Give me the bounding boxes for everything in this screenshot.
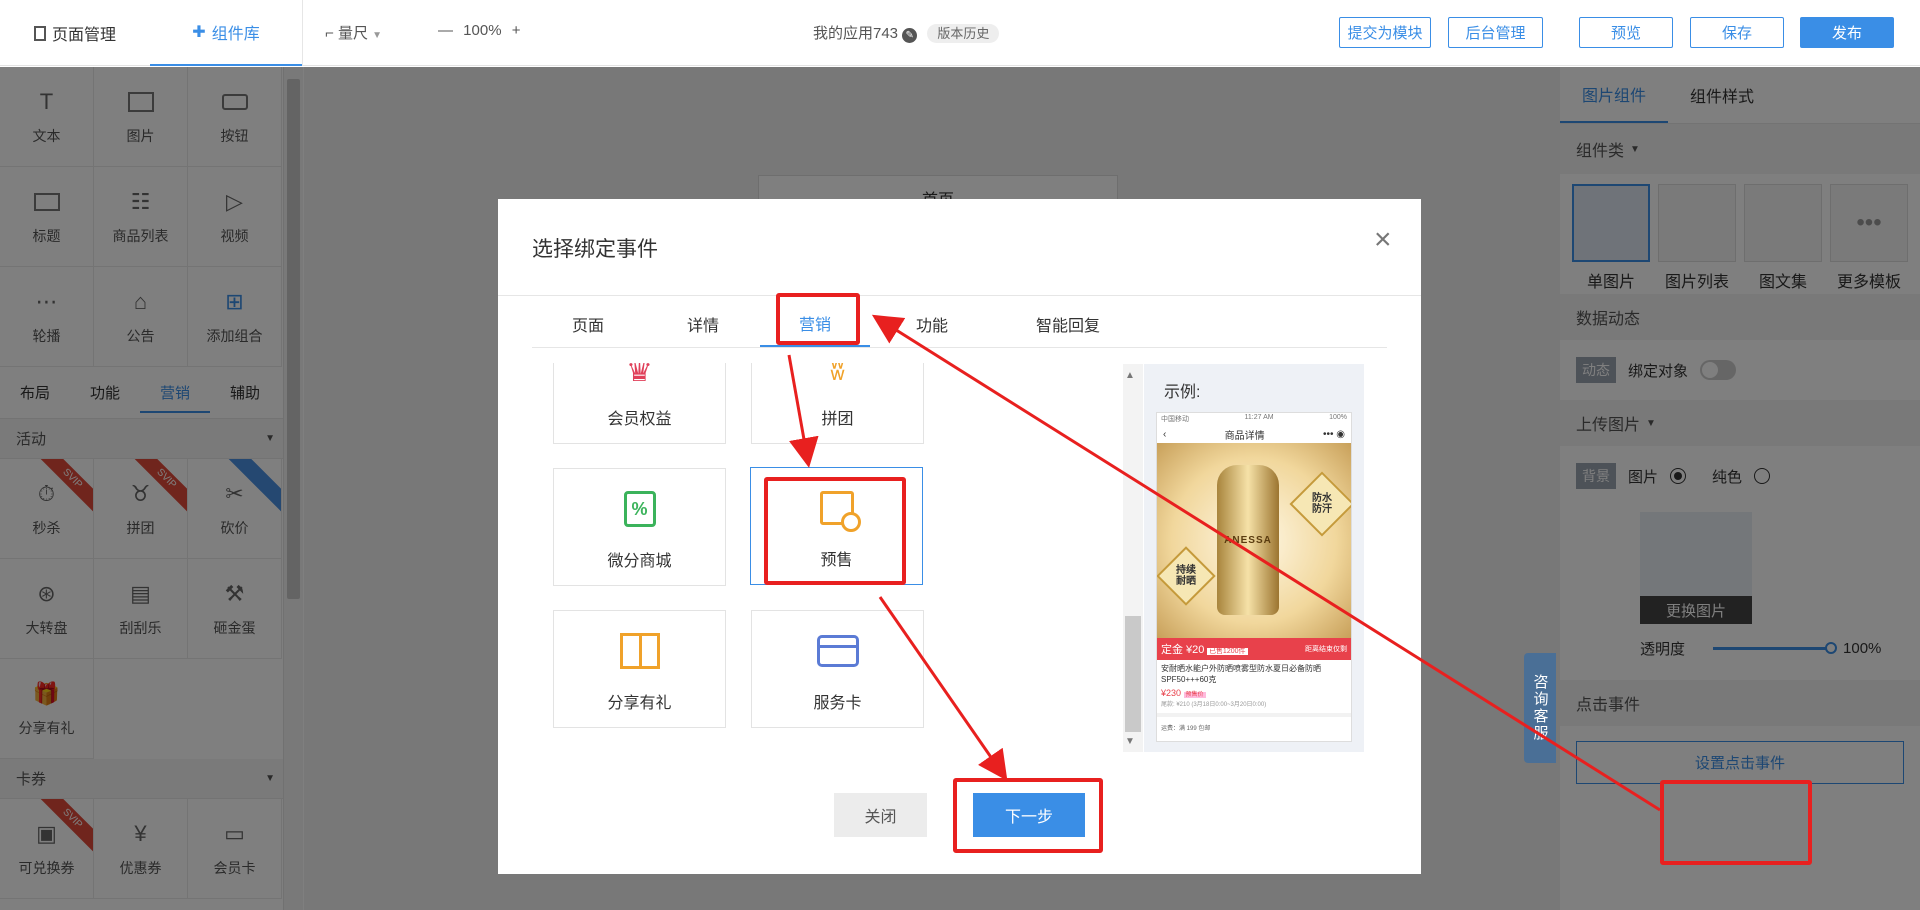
arrow-tab-to-presale <box>787 354 819 468</box>
annotation-arrows <box>787 314 1661 812</box>
arrow-event-to-tab <box>871 314 1661 812</box>
arrow-presale-to-next <box>878 596 1008 781</box>
